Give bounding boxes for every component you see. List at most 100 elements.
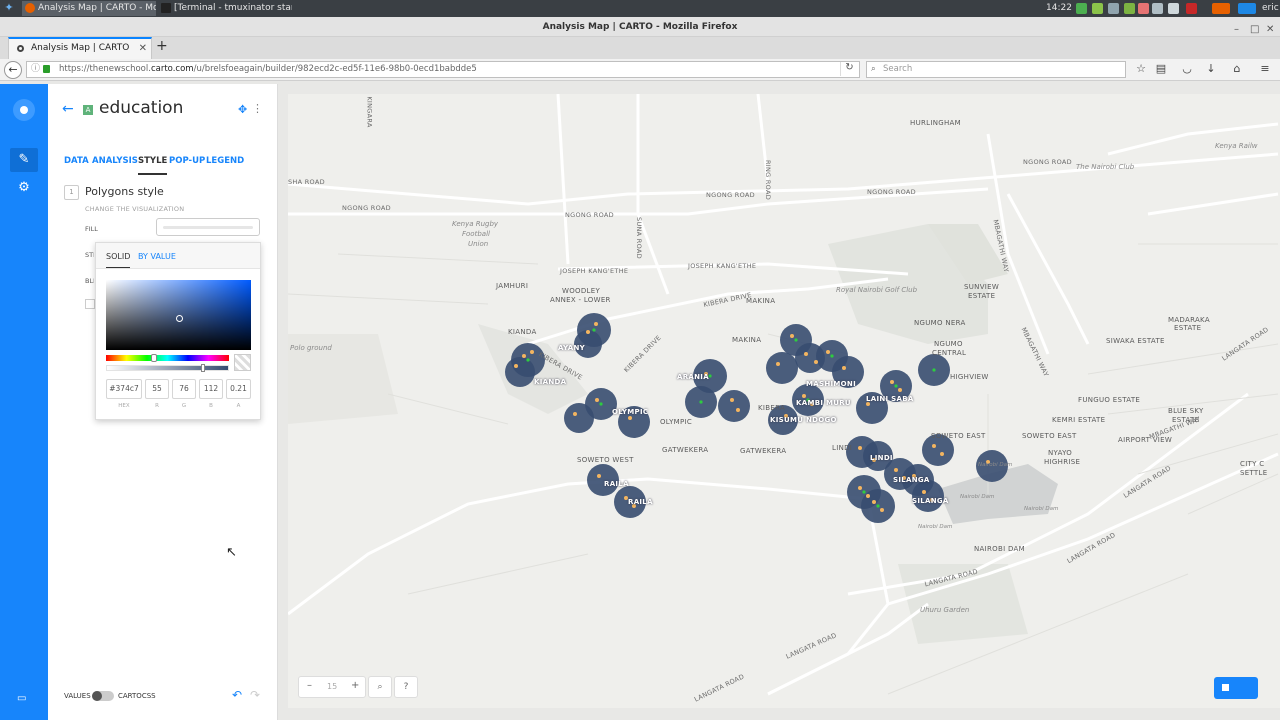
- tab-pop-up[interactable]: POP-UP: [169, 156, 205, 166]
- app-menu-icon[interactable]: ✦: [2, 1, 16, 15]
- map-label: MAKINA: [732, 336, 762, 344]
- taskbar-task-terminal[interactable]: [Terminal - tmuxinator start ...: [158, 1, 292, 16]
- section-number: 1: [64, 185, 79, 200]
- tray-alert-icon[interactable]: [1186, 3, 1197, 14]
- tray-battery-icon[interactable]: [1168, 3, 1179, 14]
- hex-caption: HEX: [118, 403, 130, 409]
- map-label: NGONG ROAD: [1023, 158, 1072, 166]
- tray-firefox-icon[interactable]: [1212, 3, 1230, 14]
- search-icon: ⌕: [871, 64, 876, 74]
- map-label: GATWEKERA: [662, 446, 709, 454]
- alpha-input[interactable]: 0.21: [226, 379, 251, 399]
- data-circle: [718, 390, 750, 422]
- data-circle: [766, 352, 798, 384]
- taskbar-task-firefox[interactable]: Analysis Map | CARTO - Moz...: [22, 1, 156, 16]
- map-label: Nairobi Dam: [1024, 506, 1059, 512]
- lock-icon: [43, 65, 50, 73]
- hue-handle[interactable]: [151, 354, 157, 362]
- firefox-icon: [25, 3, 35, 13]
- map-search-button[interactable]: ⌕: [368, 676, 392, 698]
- tray-app-icon[interactable]: [1124, 3, 1135, 14]
- map-label: KAMBI MURU: [796, 399, 851, 407]
- map-label: ANNEX - LOWER: [550, 296, 611, 304]
- tray-browser-icon[interactable]: [1238, 3, 1256, 14]
- map-canvas[interactable]: KINGARA HURLINGHAM SHA ROAD NGONG ROAD N…: [288, 94, 1280, 708]
- close-tab-icon[interactable]: ✕: [139, 39, 147, 58]
- home-icon[interactable]: ⌂: [1230, 62, 1244, 76]
- map-label: NAIROBI DAM: [974, 545, 1025, 553]
- back-button[interactable]: ←: [4, 61, 22, 79]
- map-label: NGONG ROAD: [706, 191, 755, 199]
- layer-title[interactable]: education: [99, 98, 183, 118]
- map-label: SILANGA: [912, 497, 949, 505]
- tray-volume-icon[interactable]: [1152, 3, 1163, 14]
- map-label: Uhuru Garden: [920, 606, 970, 614]
- undo-icon[interactable]: ↶: [232, 688, 242, 702]
- fill-color-selector[interactable]: [156, 218, 260, 236]
- tab-style[interactable]: STYLE: [138, 156, 168, 175]
- taskbar-task-label: [Terminal - tmuxinator start ...: [174, 3, 292, 13]
- tray-bluetooth-icon[interactable]: [1108, 3, 1119, 14]
- os-taskbar: ✦ Analysis Map | CARTO - Moz... [Termina…: [0, 0, 1280, 17]
- url-bar[interactable]: ⓘ https://thenewschool.carto.com/u/brels…: [26, 61, 860, 78]
- window-titlebar: Analysis Map | CARTO - Mozilla Firefox –…: [0, 17, 1280, 37]
- browser-tab[interactable]: Analysis Map | CARTO ✕: [8, 37, 152, 59]
- edit-pencil-icon[interactable]: ✎: [10, 148, 38, 172]
- hue-slider[interactable]: [106, 355, 229, 361]
- reload-icon[interactable]: ↻: [840, 62, 858, 76]
- cartocss-toggle[interactable]: [92, 691, 114, 701]
- tab-legend[interactable]: LEGEND: [206, 156, 244, 166]
- pocket-icon[interactable]: ◡: [1180, 62, 1194, 76]
- mouse-cursor-icon: ↖: [226, 545, 237, 560]
- tray-record-icon[interactable]: [1138, 3, 1149, 14]
- tab-by-value[interactable]: BY VALUE: [138, 252, 176, 261]
- reading-list-icon[interactable]: ▤: [1154, 62, 1168, 76]
- color-swatch: [234, 354, 251, 371]
- alpha-handle[interactable]: [201, 364, 205, 372]
- tab-analysis[interactable]: ANALYSIS: [92, 156, 138, 166]
- map-help-button[interactable]: ?: [394, 676, 418, 698]
- map-label: OLYMPIC: [612, 408, 649, 416]
- legend-toggle-button[interactable]: [1214, 677, 1258, 699]
- search-field[interactable]: ⌕ Search: [866, 61, 1126, 78]
- map-label: MADARAKA: [1168, 316, 1210, 324]
- tab-data[interactable]: DATA: [64, 156, 89, 166]
- tray-network-icon[interactable]: [1076, 3, 1087, 14]
- new-tab-icon[interactable]: +: [156, 38, 168, 54]
- green-input[interactable]: 76: [172, 379, 196, 399]
- zoom-out-icon[interactable]: –: [307, 680, 312, 691]
- map-label: RAILA: [604, 480, 629, 488]
- back-arrow-icon[interactable]: ←: [62, 101, 74, 117]
- alpha-slider[interactable]: [106, 365, 229, 371]
- map-label: KEMRI ESTATE: [1052, 416, 1106, 424]
- map-label: Football: [462, 230, 490, 238]
- redo-icon[interactable]: ↷: [250, 688, 260, 702]
- more-options-icon[interactable]: ⋮: [252, 102, 263, 115]
- help-chat-icon[interactable]: ▭: [17, 693, 26, 704]
- values-label: VALUES: [64, 692, 91, 700]
- bookmark-star-icon[interactable]: ☆: [1134, 62, 1148, 76]
- zoom-in-icon[interactable]: +: [351, 680, 359, 691]
- taskbar-task-label: Analysis Map | CARTO - Moz...: [38, 3, 156, 13]
- map-label: ARANIA: [677, 373, 709, 381]
- blue-input[interactable]: 112: [199, 379, 223, 399]
- carto-logo-icon[interactable]: [13, 99, 35, 121]
- color-picker-popup: SOLID BY VALUE #374c7 55 76 112 0.21 HEX…: [95, 242, 261, 420]
- download-icon[interactable]: ↓: [1204, 62, 1218, 76]
- color-handle[interactable]: [176, 315, 183, 322]
- map-label: KIANDA: [508, 328, 537, 336]
- red-input[interactable]: 55: [145, 379, 169, 399]
- tray-sync-icon[interactable]: [1092, 3, 1103, 14]
- map-label: MASHIMONI: [806, 380, 856, 388]
- hamburger-menu-icon[interactable]: ≡: [1258, 62, 1272, 76]
- option-checkbox[interactable]: [85, 299, 95, 309]
- map-label: BLUE SKY: [1168, 407, 1204, 415]
- hex-input[interactable]: #374c7: [106, 379, 142, 399]
- zoom-level: 15: [327, 682, 338, 691]
- move-icon[interactable]: ✥: [238, 103, 247, 116]
- app-rail: ✎ ⚙: [0, 84, 48, 720]
- settings-sliders-icon[interactable]: ⚙: [10, 176, 38, 200]
- site-info-icon[interactable]: ⓘ: [31, 62, 40, 77]
- map-label: JAMHURI: [496, 282, 529, 290]
- tab-solid[interactable]: SOLID: [106, 252, 131, 268]
